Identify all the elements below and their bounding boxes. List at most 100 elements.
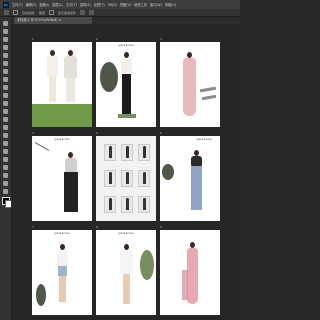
menu-plugins[interactable]: 增效工具 bbox=[134, 2, 147, 7]
artboard-label-3: 3 bbox=[160, 37, 162, 41]
stone-decoration bbox=[199, 86, 217, 93]
transform-controls-label: 显示变换控件 bbox=[58, 10, 77, 15]
brand-text: grace & love bbox=[54, 138, 70, 141]
model-legs bbox=[59, 276, 66, 302]
crop-icon[interactable] bbox=[3, 61, 8, 66]
brand-text: grace & love bbox=[196, 138, 212, 141]
marquee-icon[interactable] bbox=[3, 37, 8, 42]
menu-3d[interactable]: 3D(D) bbox=[108, 3, 117, 7]
artboard-label-4: 4 bbox=[32, 131, 34, 135]
menu-help[interactable]: 帮助(H) bbox=[165, 2, 176, 7]
model-legs bbox=[123, 274, 130, 304]
align-icon[interactable] bbox=[80, 10, 86, 15]
menu-select[interactable]: 选择(S) bbox=[80, 2, 91, 7]
brand-text: grace & love bbox=[118, 232, 134, 235]
model-outfit bbox=[121, 58, 132, 74]
model-outfit bbox=[65, 158, 77, 172]
shape-icon[interactable] bbox=[3, 173, 8, 178]
stone-decoration bbox=[201, 94, 217, 101]
lasso-icon[interactable] bbox=[3, 45, 8, 50]
artboard-label-9: 9 bbox=[160, 225, 162, 229]
move-icon[interactable] bbox=[3, 21, 8, 26]
gradient-icon[interactable] bbox=[3, 125, 8, 130]
model-outfit bbox=[120, 250, 133, 274]
menu-view[interactable]: 视图(V) bbox=[120, 2, 131, 7]
history-brush-icon[interactable] bbox=[3, 109, 8, 114]
dodge-icon[interactable] bbox=[3, 141, 8, 146]
menu-file[interactable]: 文件(F) bbox=[12, 2, 23, 7]
transform-controls-checkbox[interactable] bbox=[49, 10, 55, 15]
frame-icon[interactable] bbox=[3, 69, 8, 74]
artboard-label-1: 1 bbox=[32, 37, 34, 41]
thumbnail-photo bbox=[104, 144, 116, 161]
artboard-label-7: 7 bbox=[32, 225, 34, 229]
model-dress bbox=[187, 248, 198, 304]
quick-select-icon[interactable] bbox=[3, 53, 8, 58]
tree-image bbox=[100, 62, 118, 92]
artboard-label-5: 5 bbox=[96, 131, 98, 135]
distribute-icon[interactable] bbox=[89, 10, 95, 15]
model-outfit bbox=[57, 250, 68, 266]
menu-bar: Ps 文件(F) 编辑(E) 图像(I) 图层(L) 文字(Y) 选择(S) 滤… bbox=[0, 0, 240, 9]
clone-stamp-icon[interactable] bbox=[3, 101, 8, 106]
menu-type[interactable]: 文字(Y) bbox=[66, 2, 77, 7]
thumbnail-photo bbox=[138, 196, 150, 213]
model-shorts bbox=[58, 266, 67, 276]
tree-image bbox=[140, 250, 154, 280]
thumbnail-photo bbox=[104, 170, 116, 187]
eyedropper-icon[interactable] bbox=[3, 77, 8, 82]
menu-edit[interactable]: 编辑(E) bbox=[26, 2, 37, 7]
menu-filter[interactable]: 滤镜(T) bbox=[94, 2, 105, 7]
zoom-icon[interactable] bbox=[3, 189, 8, 194]
artboard-5[interactable] bbox=[96, 136, 156, 221]
brush-icon[interactable] bbox=[3, 93, 8, 98]
type-icon[interactable] bbox=[3, 157, 8, 162]
artboard-2[interactable]: grace & love bbox=[96, 42, 156, 127]
move-tool-icon[interactable] bbox=[4, 10, 9, 15]
canvas-area[interactable]: 1 2 grace & love 3 4 grace & love 5 6 gr… bbox=[11, 24, 240, 320]
model-top bbox=[191, 156, 202, 166]
eraser-icon[interactable] bbox=[3, 117, 8, 122]
brand-text: grace & love bbox=[118, 44, 134, 47]
layer-dropdown[interactable]: 图层 bbox=[39, 11, 45, 15]
artboard-7[interactable]: grace & love bbox=[32, 230, 92, 315]
model-skirt bbox=[122, 74, 131, 114]
artboard-label-6: 6 bbox=[160, 131, 162, 135]
artboard-label-2: 2 bbox=[96, 37, 98, 41]
blur-icon[interactable] bbox=[3, 133, 8, 138]
thumbnail-photo bbox=[121, 196, 133, 213]
model-dress bbox=[183, 58, 196, 116]
model-jeans bbox=[191, 166, 202, 210]
auto-select-checkbox[interactable] bbox=[13, 10, 18, 15]
thumbnail-photo bbox=[138, 144, 150, 161]
model-outfit bbox=[64, 56, 77, 78]
artboard-6[interactable]: grace & love bbox=[160, 136, 220, 221]
artboard-3[interactable] bbox=[160, 42, 220, 127]
auto-select-label: 自动选择: bbox=[22, 10, 36, 15]
tree-image bbox=[162, 164, 174, 180]
plant-image bbox=[36, 284, 46, 306]
artboard-9[interactable] bbox=[160, 230, 220, 315]
thumbnail-photo bbox=[121, 170, 133, 187]
branch-decoration bbox=[34, 142, 50, 151]
artboard-label-8: 8 bbox=[96, 225, 98, 229]
menu-window[interactable]: 窗口(W) bbox=[150, 2, 162, 7]
menu-image[interactable]: 图像(I) bbox=[40, 2, 50, 7]
thumbnail-photo bbox=[138, 170, 150, 187]
hand-icon[interactable] bbox=[3, 181, 8, 186]
pen-icon[interactable] bbox=[3, 149, 8, 154]
healing-brush-icon[interactable] bbox=[3, 85, 8, 90]
document-tab[interactable]: 未标题-1 @ 8.33%(RGB/8) × bbox=[14, 17, 92, 24]
grass-background bbox=[32, 104, 92, 127]
menu-layer[interactable]: 图层(L) bbox=[52, 2, 63, 7]
artboard-4[interactable]: grace & love bbox=[32, 136, 92, 221]
path-select-icon[interactable] bbox=[3, 165, 8, 170]
brand-text: grace & love bbox=[54, 232, 70, 235]
grass-patch bbox=[118, 114, 136, 118]
document-tabs: 未标题-1 @ 8.33%(RGB/8) × bbox=[11, 17, 240, 24]
artboard-8[interactable]: grace & love bbox=[96, 230, 156, 315]
photoshop-logo-icon[interactable]: Ps bbox=[3, 1, 9, 8]
artboard-icon[interactable] bbox=[3, 29, 8, 34]
artboard-1[interactable] bbox=[32, 42, 92, 127]
model-legs bbox=[66, 78, 75, 102]
